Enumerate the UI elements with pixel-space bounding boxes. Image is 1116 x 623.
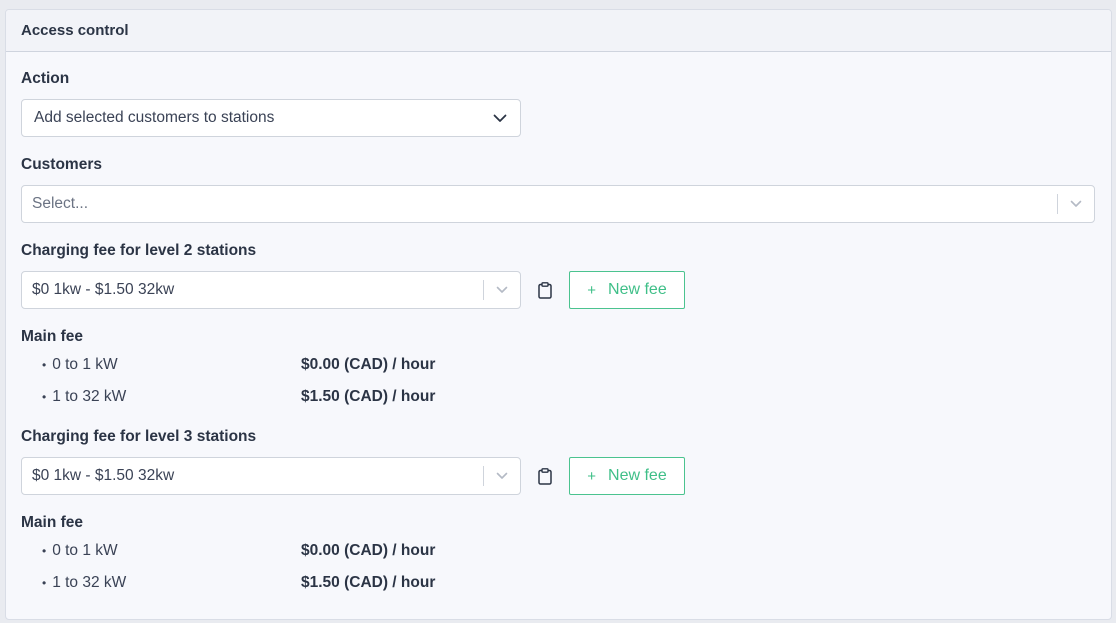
- fee-amount: $0.00 (CAD) / hour: [301, 356, 436, 373]
- fee-range: 1 to 32 kW: [52, 388, 127, 405]
- level3-fee-row: • 1 to 32 kW: [42, 574, 126, 592]
- bullet-icon: •: [42, 576, 47, 590]
- level2-fee-select[interactable]: $0 1kw - $1.50 32kw: [21, 271, 521, 309]
- fee-range: 0 to 1 kW: [52, 542, 118, 559]
- customers-label: Customers: [21, 156, 102, 173]
- level2-fee-select-value: $0 1kw - $1.50 32kw: [32, 281, 175, 298]
- customers-select[interactable]: Select...: [21, 185, 1095, 223]
- clipboard-icon[interactable]: [535, 457, 555, 495]
- level3-fee-label: Charging fee for level 3 stations: [21, 428, 257, 445]
- bullet-icon: •: [42, 544, 47, 558]
- fee-range: 1 to 32 kW: [52, 574, 127, 591]
- chevron-down-icon[interactable]: [484, 458, 520, 494]
- level2-fee-label: Charging fee for level 2 stations: [21, 242, 257, 259]
- action-select-value: Add selected customers to stations: [34, 109, 275, 126]
- plus-icon: +: [587, 281, 597, 299]
- level3-fee-select-value: $0 1kw - $1.50 32kw: [32, 467, 175, 484]
- action-select[interactable]: Add selected customers to stations: [21, 99, 521, 137]
- access-control-card: Access control Action Add selected custo…: [5, 9, 1112, 620]
- action-label: Action: [21, 70, 70, 87]
- level3-new-fee-button[interactable]: + New fee: [569, 457, 685, 495]
- plus-icon: +: [587, 467, 597, 485]
- level2-new-fee-button[interactable]: + New fee: [569, 271, 685, 309]
- fee-amount: $1.50 (CAD) / hour: [301, 388, 436, 405]
- level3-fee-row: • 0 to 1 kW: [42, 542, 118, 560]
- bullet-icon: •: [42, 358, 47, 372]
- clipboard-icon[interactable]: [535, 271, 555, 309]
- new-fee-label: New fee: [608, 281, 667, 298]
- chevron-down-icon[interactable]: [1058, 186, 1094, 222]
- card-title: Access control: [6, 10, 1111, 52]
- level2-main-fee-label: Main fee: [21, 328, 84, 345]
- chevron-down-icon[interactable]: [484, 272, 520, 308]
- customers-select-placeholder: Select...: [32, 195, 88, 212]
- new-fee-label: New fee: [608, 467, 667, 484]
- fee-range: 0 to 1 kW: [52, 356, 118, 373]
- bullet-icon: •: [42, 390, 47, 404]
- fee-amount: $1.50 (CAD) / hour: [301, 574, 436, 591]
- level2-fee-row: • 1 to 32 kW: [42, 388, 126, 406]
- fee-amount: $0.00 (CAD) / hour: [301, 542, 436, 559]
- level3-main-fee-label: Main fee: [21, 514, 84, 531]
- level2-fee-row: • 0 to 1 kW: [42, 356, 118, 374]
- chevron-down-icon: [480, 100, 520, 136]
- level3-fee-select[interactable]: $0 1kw - $1.50 32kw: [21, 457, 521, 495]
